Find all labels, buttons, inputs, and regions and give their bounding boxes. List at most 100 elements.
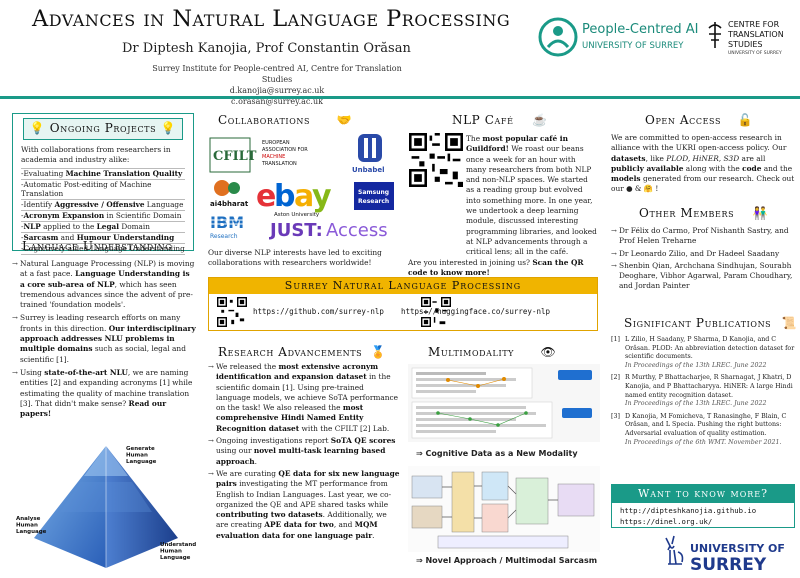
lightbulb-icon: 💡 <box>29 121 46 135</box>
other-members-list: Dr Félix do Carmo, Prof Nishanth Sastry,… <box>611 226 795 292</box>
svg-text:CFILT: CFILT <box>213 149 257 164</box>
huggingface-link[interactable]: https://huggingface.co/surrey-nlp <box>401 307 550 316</box>
ai4bharat-logo: ai4bharat <box>210 180 249 208</box>
language-understanding-body: Natural Language Processing (NLP) is mov… <box>12 259 196 419</box>
ongoing-projects-heading: 💡 Ongoing Projects 💡 <box>23 118 183 140</box>
svg-text:TRANSLATION: TRANSLATION <box>261 161 297 167</box>
cts-university: UNIVERSITY OF SURREY <box>728 51 782 56</box>
unlock-icon: 🔓 <box>737 113 754 127</box>
open-access-body: We are committed to open-access research… <box>611 133 795 194</box>
multimodal-sarcasm-figure <box>408 466 600 552</box>
svg-text:Research: Research <box>358 198 389 205</box>
svg-text:UNIVERSITY OF: UNIVERSITY OF <box>690 542 785 555</box>
surrey-nlp-links: https://github.com/surrey-nlp https://hu… <box>209 294 597 330</box>
list-item: Surrey is leading research efforts on ma… <box>12 313 196 364</box>
list-item: Dr Félix do Carmo, Prof Nishanth Sastry,… <box>611 226 795 247</box>
just-access-logo: JUST: Access <box>268 220 388 241</box>
ibm-research-logo: IBM Research <box>210 213 246 240</box>
publication-item: [3] D Kanojia, M Fomicheva, T Ranasinghe… <box>611 412 787 446</box>
svg-text:SURREY: SURREY <box>690 555 767 575</box>
research-advancements-heading: Research Advancements 🏅 <box>218 345 387 359</box>
pyramid-left-label: Analyse Human Language <box>16 516 47 535</box>
ongoing-projects-box: 💡 Ongoing Projects 💡 With collaborations… <box>12 113 194 255</box>
contact-heading: Want to know more? <box>612 485 794 503</box>
scroll-icon: 📜 <box>781 316 798 330</box>
svg-text:MACHINE: MACHINE <box>262 154 285 160</box>
publications-list: [1] L Zilio, H Saadany, P Sharma, D Kano… <box>611 336 795 451</box>
medal-icon: 🏅 <box>370 345 387 359</box>
surrey-nlp-box: Surrey Natural Language Processing https… <box>208 277 598 331</box>
cognitive-data-figure <box>408 364 600 442</box>
svg-text:JUST:: JUST: <box>268 220 323 241</box>
pyramid-top-label: Generate Human Language <box>126 446 157 465</box>
svg-text:ai4bharat: ai4bharat <box>210 200 249 208</box>
github-qr-code <box>217 297 247 327</box>
svg-text:EUROPEAN: EUROPEAN <box>262 140 290 146</box>
list-item: We released the most extensive acronym i… <box>208 362 400 434</box>
homepage-link[interactable]: http://dipteshkanojia.github.io <box>612 505 794 516</box>
collaborations-text: Our diverse NLP interests have led to ex… <box>208 248 382 268</box>
research-advancements-body: We released the most extensive acronym i… <box>208 362 400 541</box>
contact-box: Want to know more? http://dipteshkanojia… <box>611 484 795 528</box>
people-centred-ai-logo: People-Centred AI UNIVERSITY OF SURREY <box>538 17 698 61</box>
dinel-link[interactable]: https://dinel.org.uk/ <box>612 516 794 527</box>
handshake-icon: 🤝 <box>336 113 352 127</box>
header-divider <box>0 96 800 99</box>
university-of-surrey-logo: UNIVERSITY OF SURREY <box>665 535 785 575</box>
collaborator-logos: CFILT EUROPEAN ASSOCIATION FOR MACHINE T… <box>209 134 394 241</box>
multimodality-caption-2: ⇒ Novel Approach / Multimodal Sarcasm <box>416 556 598 565</box>
pcai-name: People-Centred AI <box>582 22 699 37</box>
multimodality-caption-1: ⇒ Cognitive Data as a New Modality <box>416 449 578 458</box>
other-members-heading: Other Members 👫 <box>639 206 769 220</box>
svg-text:Aston University: Aston University <box>274 212 320 218</box>
samsung-research-logo: Samsung Research <box>354 182 394 210</box>
unbabel-logo: Unbabel <box>352 134 385 174</box>
authors-line: Dr Diptesh Kanojia, Prof Constantin Orăs… <box>122 41 411 56</box>
github-link[interactable]: https://github.com/surrey-nlp <box>253 307 384 316</box>
projects-intro: With collaborations from researchers in … <box>21 145 171 165</box>
publication-item: [2] R Murthy, P Bhattacharjee, R Sharnag… <box>611 374 793 408</box>
aston-university-logo: Aston University <box>274 212 320 218</box>
list-item: -Identify Aggressive / Offensive Languag… <box>21 199 185 210</box>
ebay-logo: e b a y <box>256 179 332 214</box>
cts-logo: CENTRE FOR TRANSLATION STUDIES UNIVERSIT… <box>706 20 796 64</box>
poster-header: Advances in Natural Language Processing … <box>0 0 800 106</box>
cfilt-logo: CFILT <box>209 137 257 173</box>
list-item: Natural Language Processing (NLP) is mov… <box>12 259 196 310</box>
list-item: Shenbin Qian, Archchana Sindhujan, Soura… <box>611 261 795 292</box>
lightbulb-icon: 💡 <box>160 121 177 135</box>
language-understanding-heading: Language Understanding <box>22 239 173 253</box>
svg-text:ASSOCIATION FOR: ASSOCIATION FOR <box>262 147 308 153</box>
svg-text:Unbabel: Unbabel <box>352 166 385 174</box>
multimodality-heading: Multimodality 👁 <box>428 345 557 359</box>
open-access-heading: Open Access 🔓 <box>645 113 754 127</box>
pyramid-right-label: Understand Human Language <box>160 542 196 561</box>
svg-text:Access: Access <box>326 220 388 241</box>
list-item: -Evaluating Machine Translation Quality <box>21 167 185 179</box>
huggingface-icon[interactable]: 🤗 <box>644 184 653 193</box>
publication-item: [1] L Zilio, H Saadany, P Sharma, D Kano… <box>611 336 795 369</box>
list-item: Using state-of-the-art NLU, we are namin… <box>12 368 196 419</box>
collaborations-heading: Collaborations 🤝 <box>218 113 352 127</box>
nlp-pyramid-figure: Generate Human Language Analyse Human Langua… <box>16 446 196 568</box>
list-item: Dr Leonardo Zilio, and Dr Hadeel Saadany <box>611 249 795 260</box>
list-item: -Automatic Post-editing of Machine Trans… <box>21 178 185 200</box>
list-item: -NLP applied to the Legal Domain <box>21 221 185 232</box>
list-item: -Acronym Expansion in Scientific Domain <box>21 210 185 221</box>
affiliation-block: Surrey Institute for People-centred AI, … <box>150 63 404 107</box>
cts-name: CENTRE FOR TRANSLATION STUDIES <box>728 20 784 49</box>
people-icon: 👫 <box>752 206 769 220</box>
affiliation-text: Surrey Institute for People-centred AI, … <box>152 64 402 84</box>
crest-icon <box>708 22 722 48</box>
surrey-nlp-heading: Surrey Natural Language Processing <box>209 278 597 294</box>
poster-title: Advances in Natural Language Processing <box>32 6 511 32</box>
email-1: d.kanojia@surrey.ac.uk <box>229 86 325 95</box>
list-item: We are curating QE data for six new lang… <box>208 469 400 541</box>
list-item: Ongoing investigations report SoTA QE sc… <box>208 436 400 467</box>
svg-text:Research: Research <box>210 233 238 240</box>
coffee-icon: ☕ <box>531 113 548 127</box>
stag-icon <box>665 535 684 565</box>
nlp-cafe-heading: NLP Café ☕ <box>452 113 548 127</box>
eye-icon: 👁 <box>540 345 557 359</box>
pcai-university: UNIVERSITY OF SURREY <box>582 41 684 51</box>
